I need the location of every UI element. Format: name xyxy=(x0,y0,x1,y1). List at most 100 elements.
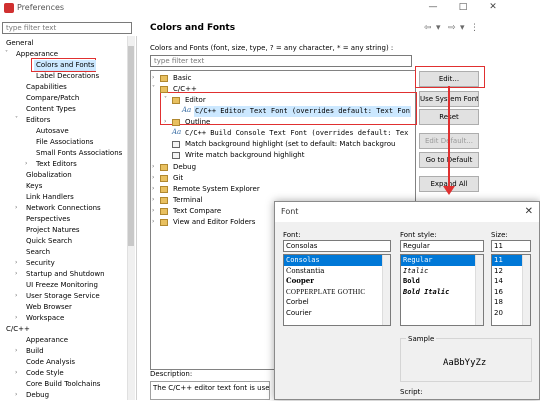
maximize-icon[interactable]: □ xyxy=(448,0,478,16)
size-input[interactable]: 11 xyxy=(491,240,531,252)
expand-arrow-icon[interactable]: ˅ xyxy=(164,96,167,103)
collapse-arrow-icon[interactable]: › xyxy=(15,259,17,266)
tree-item-keys[interactable]: Keys xyxy=(24,181,44,192)
back-icon[interactable]: ⇦ xyxy=(424,23,432,33)
collapse-arrow-icon[interactable]: › xyxy=(152,218,154,225)
close-icon[interactable]: ✕ xyxy=(478,0,508,16)
tree-item-debug[interactable]: Debug xyxy=(24,390,51,401)
cf-item-5[interactable]: C/C++ Build Console Text Font (overrides… xyxy=(184,128,409,139)
tree-item-label-decorations[interactable]: Label Decorations xyxy=(34,71,101,82)
left-filter-input[interactable]: type filter text xyxy=(2,22,132,34)
cf-item-13[interactable]: View and Editor Folders xyxy=(172,217,256,228)
expand-arrow-icon[interactable]: ˅ xyxy=(152,85,155,92)
size-list[interactable]: 11 12 14 16 18 20 xyxy=(491,254,531,326)
cf-item-4[interactable]: Outline xyxy=(184,117,211,128)
left-scrollbar-thumb[interactable] xyxy=(128,46,134,246)
tree-item-appearance[interactable]: Appearance xyxy=(24,335,70,346)
font-list-item[interactable]: COPPERPLATE GOTHIC xyxy=(284,287,390,298)
cf-item-1[interactable]: C/C++ xyxy=(172,84,198,95)
size-list-scrollbar[interactable] xyxy=(522,255,530,325)
back-dropdown-icon[interactable]: ▾ xyxy=(436,23,441,33)
font-dialog-close-icon[interactable]: ✕ xyxy=(525,206,533,217)
tree-item-ui-freeze-monitoring[interactable]: UI Freeze Monitoring xyxy=(24,280,100,291)
cf-item-2[interactable]: Editor xyxy=(184,95,207,106)
font-list-item[interactable]: Constantia xyxy=(284,266,390,277)
description-label: Description: xyxy=(150,370,193,378)
tree-item-c-c-[interactable]: C/C++ xyxy=(4,324,32,335)
view-menu-icon[interactable]: ⋮ xyxy=(470,23,479,33)
tree-item-project-natures[interactable]: Project Natures xyxy=(24,225,82,236)
tree-item-code-analysis[interactable]: Code Analysis xyxy=(24,357,77,368)
collapse-arrow-icon[interactable]: › xyxy=(152,207,154,214)
font-input[interactable]: Consolas xyxy=(283,240,391,252)
expand-arrow-icon[interactable]: ˅ xyxy=(15,116,18,123)
font-list-item[interactable]: Courier xyxy=(284,308,390,319)
tree-item-autosave[interactable]: Autosave xyxy=(34,126,71,137)
collapse-arrow-icon[interactable]: › xyxy=(15,347,17,354)
tree-item-code-style[interactable]: Code Style xyxy=(24,368,66,379)
style-list-item[interactable]: Bold xyxy=(401,276,483,287)
tree-item-globalization[interactable]: Globalization xyxy=(24,170,74,181)
tree-item-capabilities[interactable]: Capabilities xyxy=(24,82,69,93)
tree-item-workspace[interactable]: Workspace xyxy=(24,313,66,324)
cf-item-3[interactable]: C/C++ Editor Text Font (overrides defaul… xyxy=(194,106,411,117)
tree-item-startup-and-shutdown[interactable]: Startup and Shutdown xyxy=(24,269,107,280)
collapse-arrow-icon[interactable]: › xyxy=(25,160,27,167)
collapse-arrow-icon[interactable]: › xyxy=(15,270,17,277)
font-style-input[interactable]: Regular xyxy=(400,240,484,252)
font-style-list[interactable]: Regular Italic Bold Bold Italic xyxy=(400,254,484,326)
tree-item-content-types[interactable]: Content Types xyxy=(24,104,78,115)
minimize-icon[interactable]: — xyxy=(418,0,448,16)
cf-item-12[interactable]: Text Compare xyxy=(172,206,222,217)
style-list-item[interactable]: Italic xyxy=(401,266,483,277)
tree-item-colors-and-fonts[interactable]: Colors and Fonts xyxy=(34,60,97,71)
tree-item-search[interactable]: Search xyxy=(24,247,52,258)
tree-item-editors[interactable]: Editors xyxy=(24,115,52,126)
collapse-arrow-icon[interactable]: › xyxy=(152,163,154,170)
tree-item-build[interactable]: Build xyxy=(24,346,46,357)
tree-item-web-browser[interactable]: Web Browser xyxy=(24,302,74,313)
expand-arrow-icon[interactable]: ˅ xyxy=(5,50,8,57)
collapse-arrow-icon[interactable]: › xyxy=(15,369,17,376)
collapse-arrow-icon[interactable]: › xyxy=(152,196,154,203)
collapse-arrow-icon[interactable]: › xyxy=(164,118,166,125)
font-list[interactable]: Consolas Constantia Cooper COPPERPLATE GOTH… xyxy=(283,254,391,326)
tree-item-perspectives[interactable]: Perspectives xyxy=(24,214,72,225)
tree-item-file-associations[interactable]: File Associations xyxy=(34,137,95,148)
cf-item-10[interactable]: Remote System Explorer xyxy=(172,184,261,195)
tree-item-link-handlers[interactable]: Link Handlers xyxy=(24,192,76,203)
cf-item-9[interactable]: Git xyxy=(172,173,184,184)
cf-item-0[interactable]: Basic xyxy=(172,73,193,84)
cf-item-7[interactable]: Write match background highlight xyxy=(184,150,305,161)
style-list-item[interactable]: Bold Italic xyxy=(401,287,483,298)
forward-icon[interactable]: ⇨ xyxy=(448,23,456,33)
collapse-arrow-icon[interactable]: › xyxy=(15,391,17,398)
style-list-scrollbar[interactable] xyxy=(475,255,483,325)
cf-item-6[interactable]: Match background highlight (set to defau… xyxy=(184,139,396,150)
tree-item-compare-patch[interactable]: Compare/Patch xyxy=(24,93,81,104)
collapse-arrow-icon[interactable]: › xyxy=(15,204,17,211)
forward-dropdown-icon[interactable]: ▾ xyxy=(460,23,465,33)
tree-item-small-fonts-associations[interactable]: Small Fonts Associations xyxy=(34,148,124,159)
font-list-item[interactable]: Consolas xyxy=(284,255,390,266)
tree-item-general[interactable]: General xyxy=(4,38,36,49)
tree-item-appearance[interactable]: Appearance xyxy=(14,49,60,60)
cf-item-8[interactable]: Debug xyxy=(172,162,197,173)
font-list-scrollbar[interactable] xyxy=(382,255,390,325)
style-list-item[interactable]: Regular xyxy=(401,255,483,266)
font-list-item[interactable]: Corbel xyxy=(284,297,390,308)
collapse-arrow-icon[interactable]: › xyxy=(15,314,17,321)
tree-item-user-storage-service[interactable]: User Storage Service xyxy=(24,291,102,302)
tree-item-text-editors[interactable]: Text Editors xyxy=(34,159,79,170)
collapse-arrow-icon[interactable]: › xyxy=(152,185,154,192)
tree-item-network-connections[interactable]: Network Connections xyxy=(24,203,103,214)
tree-item-core-build-toolchains[interactable]: Core Build Toolchains xyxy=(24,379,102,390)
collapse-arrow-icon[interactable]: › xyxy=(152,174,154,181)
tree-item-quick-search[interactable]: Quick Search xyxy=(24,236,74,247)
colors-filter-input[interactable]: type filter text xyxy=(150,55,412,67)
font-list-item[interactable]: Cooper xyxy=(284,276,390,287)
tree-item-security[interactable]: Security xyxy=(24,258,57,269)
collapse-arrow-icon[interactable]: › xyxy=(152,74,154,81)
cf-item-11[interactable]: Terminal xyxy=(172,195,204,206)
collapse-arrow-icon[interactable]: › xyxy=(15,292,17,299)
